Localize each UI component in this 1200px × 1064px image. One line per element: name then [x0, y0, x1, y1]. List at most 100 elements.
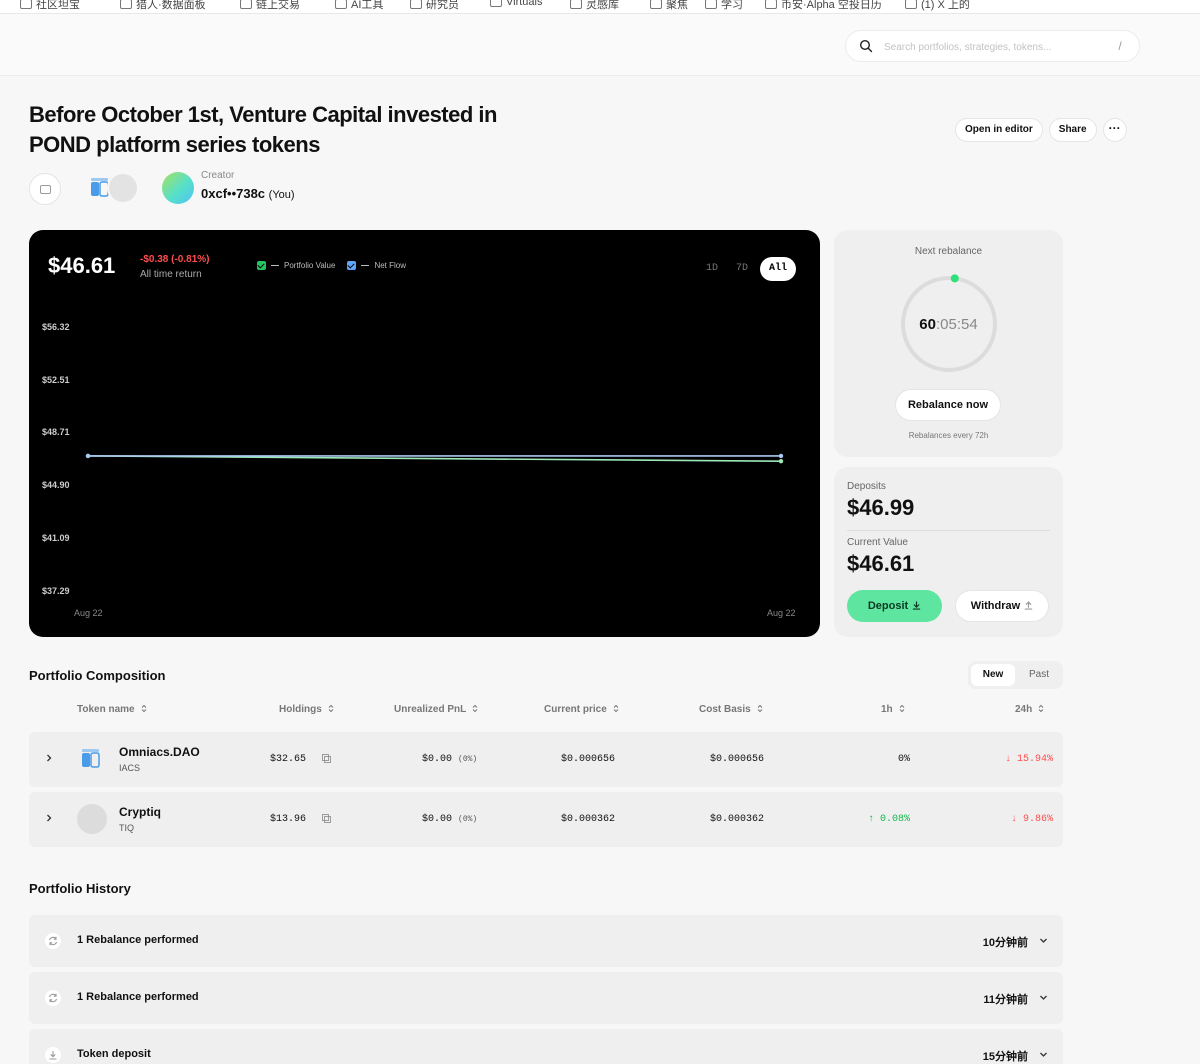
table-row[interactable]: Omniacs.DAO IACS $32.65 $0.00 (0%) $0.00…	[29, 732, 1063, 787]
bookmark-icon	[20, 0, 32, 9]
open-in-editor-button[interactable]: Open in editor	[955, 118, 1043, 142]
column-current-price[interactable]: Current price	[544, 704, 619, 715]
rebalance-icon	[45, 933, 61, 949]
bookmark-icon	[765, 0, 777, 9]
current-value: $46.61	[847, 551, 915, 576]
deposit-button[interactable]: Deposit	[847, 590, 942, 622]
bookmark-item[interactable]: 币安·Alpha 空投日历	[765, 0, 882, 12]
change-1h: 0%	[897, 754, 910, 765]
deposits-label: Deposits	[847, 481, 886, 492]
range-7d[interactable]: 7D	[730, 257, 754, 281]
bookmark-item[interactable]: 猎人·数据面板	[120, 0, 206, 12]
ring-progress-dot	[950, 274, 959, 283]
bookmark-item[interactable]: 研究员	[410, 0, 459, 12]
archive-button[interactable]	[29, 173, 61, 205]
token-name: Cryptiq	[119, 805, 161, 819]
copy-icon[interactable]	[322, 814, 331, 823]
range-selector: 1D 7D All	[700, 257, 796, 281]
change-1h: ↑ 0.08%	[867, 814, 910, 825]
folder-icon	[490, 0, 502, 7]
data-point	[778, 453, 784, 459]
divider	[847, 530, 1050, 531]
folder-icon	[240, 0, 252, 9]
omniacs-token-icon	[82, 749, 100, 768]
creator-address[interactable]: 0xcf••738c (You)	[201, 186, 295, 201]
copy-icon[interactable]	[322, 754, 331, 763]
cost-basis: $0.000362	[710, 814, 765, 825]
token-name: Omniacs.DAO	[119, 745, 200, 759]
column-cost-basis[interactable]: Cost Basis	[699, 704, 763, 715]
holdings-value: $32.65	[270, 754, 307, 765]
legend-portfolio-value[interactable]: Portfolio Value	[257, 261, 335, 270]
chevron-down-icon[interactable]	[1039, 994, 1048, 1001]
current-price: $0.000362	[561, 814, 616, 825]
sort-icon	[328, 704, 334, 713]
legend-net-flow[interactable]: Net Flow	[347, 261, 406, 270]
bookmarks-bar: 社区坦宝 猎人·数据面板 链上交易 AI工具 研究员 Virtuals 灵感库 …	[0, 0, 1200, 14]
bookmark-item[interactable]: Virtuals	[490, 0, 542, 8]
upload-icon	[1024, 601, 1033, 610]
sort-icon	[472, 704, 478, 713]
chevron-down-icon[interactable]	[1039, 937, 1048, 944]
deposits-card: Deposits $46.99 Current Value $46.61 Dep…	[834, 467, 1063, 637]
bookmark-item[interactable]: (1) X 上的	[905, 0, 970, 12]
sort-icon	[757, 704, 763, 713]
range-all[interactable]: All	[759, 257, 796, 281]
toggle-new[interactable]: New	[971, 664, 1015, 686]
bookmark-item[interactable]: 链上交易	[240, 0, 300, 12]
line-swatch	[361, 265, 370, 266]
column-unrealized-pnl[interactable]: Unrealized PnL	[394, 704, 478, 715]
column-holdings[interactable]: Holdings	[279, 704, 334, 715]
share-button[interactable]: Share	[1048, 118, 1097, 142]
expand-chevron-icon[interactable]	[45, 753, 53, 763]
sort-icon	[1038, 704, 1044, 713]
bookmark-item[interactable]: 学习	[705, 0, 743, 12]
expand-chevron-icon[interactable]	[45, 813, 53, 823]
rebalance-now-button[interactable]: Rebalance now	[895, 389, 1001, 421]
search-shortcut-hint: /	[1118, 39, 1122, 53]
bookmark-item[interactable]: 社区坦宝	[20, 0, 80, 12]
token-symbol: IACS	[119, 763, 141, 773]
table-row[interactable]: Cryptiq TIQ $13.96 $0.00 (0%) $0.000362 …	[29, 792, 1063, 847]
range-1d[interactable]: 1D	[700, 257, 724, 281]
bookmark-item[interactable]: 聚焦	[650, 0, 688, 12]
performance-chart	[85, 453, 784, 464]
checkbox-icon[interactable]	[257, 261, 266, 270]
search-box[interactable]: /	[845, 30, 1140, 62]
sort-icon	[613, 704, 619, 713]
download-icon	[45, 1047, 61, 1063]
bookmark-item[interactable]: 灵感库	[570, 0, 619, 12]
current-value-label: Current Value	[847, 537, 908, 548]
more-options-button[interactable]: ···	[1102, 118, 1127, 142]
rebalance-frequency: Rebalances every 72h	[908, 431, 989, 440]
column-24h[interactable]: 24h	[1015, 704, 1044, 715]
history-row[interactable]: Token deposit 15分钟前	[29, 1029, 1063, 1064]
column-token-name[interactable]: Token name	[77, 704, 147, 715]
folder-icon	[650, 0, 662, 9]
history-row[interactable]: 1 Rebalance performed 10分钟前	[29, 915, 1063, 967]
withdraw-button[interactable]: Withdraw	[955, 590, 1049, 622]
header-actions: Open in editor Share ···	[955, 118, 1127, 142]
y-tick: $52.51	[42, 375, 70, 385]
history-time: 10分钟前	[982, 937, 1028, 949]
history-time: 15分钟前	[982, 1051, 1028, 1063]
column-1h[interactable]: 1h	[881, 704, 905, 715]
bookmark-item[interactable]: AI工具	[335, 0, 383, 12]
deposits-value: $46.99	[847, 495, 915, 520]
chevron-down-icon[interactable]	[1039, 1051, 1048, 1058]
download-icon	[912, 601, 921, 610]
history-row[interactable]: 1 Rebalance performed 11分钟前	[29, 972, 1063, 1024]
history-time: 11分钟前	[983, 994, 1028, 1006]
checkbox-icon[interactable]	[347, 261, 357, 270]
sort-icon	[141, 704, 146, 713]
folder-icon	[120, 0, 132, 9]
creator-avatar[interactable]	[162, 172, 194, 204]
toggle-past[interactable]: Past	[1018, 664, 1060, 686]
bookmark-icon	[905, 0, 917, 9]
folder-icon	[410, 0, 422, 9]
top-bar: /	[0, 14, 1200, 76]
search-input[interactable]	[884, 38, 1084, 56]
change-24h: ↓ 9.86%	[1010, 814, 1053, 825]
sort-icon	[899, 704, 905, 713]
unrealized-pnl: $0.00 (0%)	[422, 754, 478, 765]
